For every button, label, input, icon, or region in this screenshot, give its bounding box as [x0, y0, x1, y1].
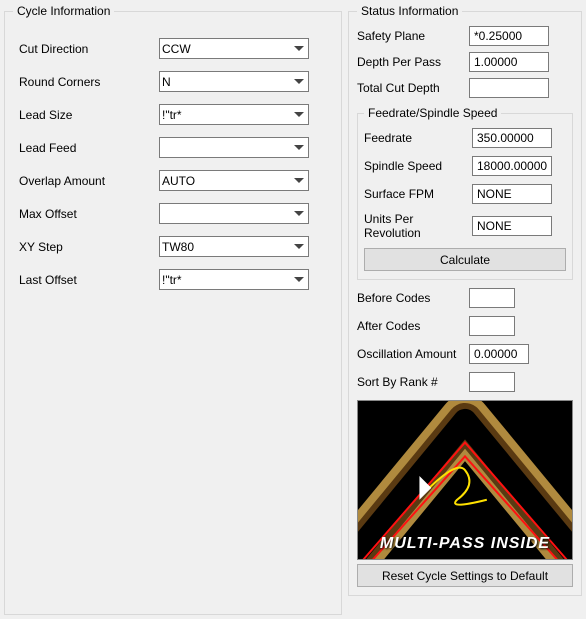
units-per-rev-input[interactable]: [472, 216, 552, 236]
cycle-information-group: Cycle Information Cut Direction CCW Roun…: [4, 4, 342, 615]
overlap-amount-select[interactable]: AUTO: [159, 170, 309, 191]
safety-plane-input[interactable]: [469, 26, 549, 46]
xy-step-select[interactable]: TW80: [159, 236, 309, 257]
surface-fpm-label: Surface FPM: [364, 187, 472, 201]
last-offset-label: Last Offset: [13, 273, 159, 287]
spindle-speed-label: Spindle Speed: [364, 159, 472, 173]
status-information-group: Status Information Safety Plane Depth Pe…: [348, 4, 582, 596]
preview-caption: MULTI-PASS INSIDE: [358, 535, 572, 553]
xy-step-label: XY Step: [13, 240, 159, 254]
total-cut-depth-input[interactable]: [469, 78, 549, 98]
feedrate-legend: Feedrate/Spindle Speed: [364, 106, 501, 120]
safety-plane-label: Safety Plane: [357, 29, 469, 43]
total-cut-depth-label: Total Cut Depth: [357, 81, 469, 95]
round-corners-label: Round Corners: [13, 75, 159, 89]
cycle-legend: Cycle Information: [13, 4, 114, 18]
oscillation-label: Oscillation Amount: [357, 347, 469, 361]
spindle-speed-input[interactable]: [472, 156, 552, 176]
last-offset-select[interactable]: !"tr*: [159, 269, 309, 290]
cut-direction-select[interactable]: CCW: [159, 38, 309, 59]
lead-size-select[interactable]: !"tr*: [159, 104, 309, 125]
surface-fpm-input[interactable]: [472, 184, 552, 204]
lead-feed-select[interactable]: [159, 137, 309, 158]
after-codes-label: After Codes: [357, 319, 469, 333]
overlap-amount-label: Overlap Amount: [13, 174, 159, 188]
sort-rank-input[interactable]: [469, 372, 515, 392]
max-offset-label: Max Offset: [13, 207, 159, 221]
after-codes-input[interactable]: [469, 316, 515, 336]
oscillation-input[interactable]: [469, 344, 529, 364]
cut-direction-label: Cut Direction: [13, 42, 159, 56]
calculate-button[interactable]: Calculate: [364, 248, 566, 271]
units-per-rev-label: Units Per Revolution: [364, 212, 472, 240]
reset-defaults-button[interactable]: Reset Cycle Settings to Default: [357, 564, 573, 587]
before-codes-label: Before Codes: [357, 291, 469, 305]
depth-per-pass-label: Depth Per Pass: [357, 55, 469, 69]
before-codes-input[interactable]: [469, 288, 515, 308]
sort-rank-label: Sort By Rank #: [357, 375, 469, 389]
feedrate-spindle-group: Feedrate/Spindle Speed Feedrate Spindle …: [357, 106, 573, 280]
max-offset-select[interactable]: [159, 203, 309, 224]
status-legend: Status Information: [357, 4, 462, 18]
cycle-preview-image: MULTI-PASS INSIDE: [357, 400, 573, 560]
round-corners-select[interactable]: N: [159, 71, 309, 92]
depth-per-pass-input[interactable]: [469, 52, 549, 72]
lead-size-label: Lead Size: [13, 108, 159, 122]
feedrate-input[interactable]: [472, 128, 552, 148]
feedrate-label: Feedrate: [364, 131, 472, 145]
lead-feed-label: Lead Feed: [13, 141, 159, 155]
